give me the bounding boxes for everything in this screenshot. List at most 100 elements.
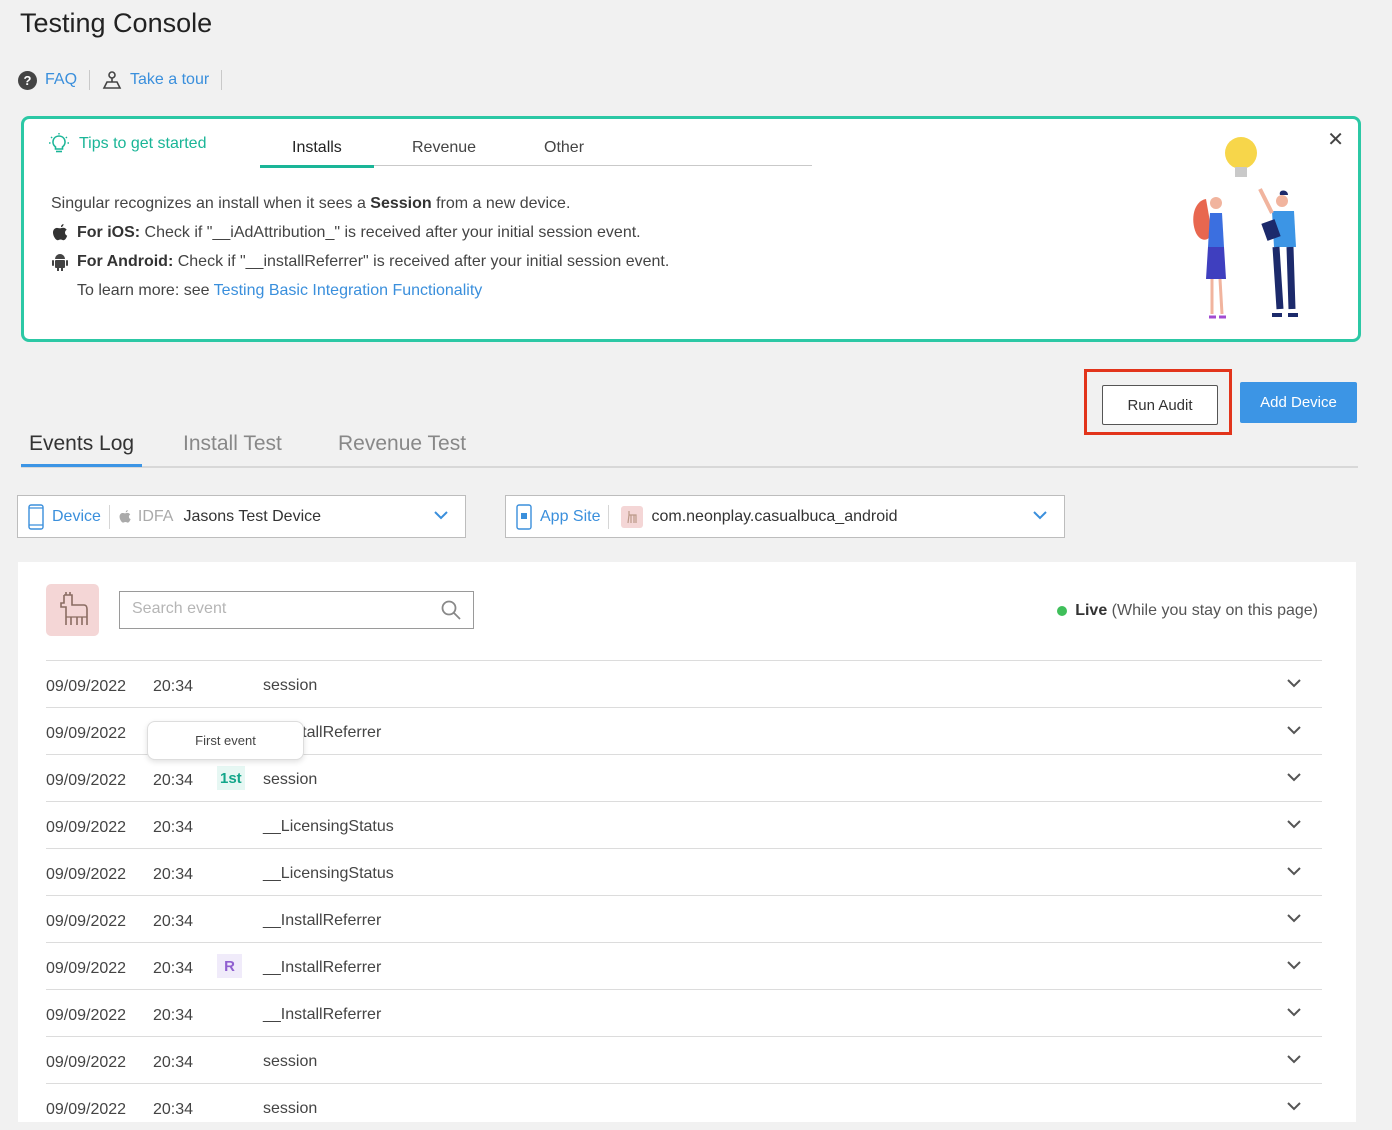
- event-row[interactable]: 09/09/2022 20:34 session: [46, 1083, 1322, 1130]
- event-row[interactable]: 09/09/2022 20:34 R __InstallReferrer: [46, 942, 1322, 989]
- tips-line-ios: For iOS: Check if "__iAdAttribution_" is…: [51, 218, 669, 247]
- event-date: 09/09/2022: [46, 913, 127, 930]
- event-search-box: [119, 591, 474, 629]
- device-selector-value: Jasons Test Device: [183, 507, 322, 525]
- event-row[interactable]: 09/09/2022 20:34 __LicensingStatus: [46, 801, 1322, 848]
- event-row[interactable]: 09/09/2022 20:34 1st session: [46, 754, 1322, 801]
- chevron-down-icon[interactable]: [1286, 816, 1302, 832]
- search-input[interactable]: [120, 592, 420, 626]
- tab-revenue-test[interactable]: Revenue Test: [338, 432, 466, 464]
- event-row[interactable]: 09/09/2022 20:34 __InstallReferrer: [46, 989, 1322, 1036]
- chevron-down-icon[interactable]: [1286, 769, 1302, 785]
- phone-icon: [28, 503, 44, 530]
- tips-header-label: Tips to get started: [79, 135, 207, 152]
- tab-events-log[interactable]: Events Log: [21, 432, 143, 467]
- first-event-badge: 1st: [217, 766, 245, 790]
- add-device-button[interactable]: Add Device: [1240, 382, 1357, 423]
- tips-panel: Tips to get started Installs Revenue Oth…: [21, 116, 1361, 342]
- chevron-down-icon: [434, 511, 448, 520]
- event-date: 09/09/2022: [46, 725, 127, 742]
- live-note: (While you stay on this page): [1111, 602, 1318, 619]
- learn-pre: To learn more: see: [77, 282, 214, 299]
- app-site-value: com.neonplay.casualbuca_android: [651, 507, 898, 525]
- tips-intro-bold: Session: [370, 195, 432, 212]
- event-time: 20:34: [153, 1054, 194, 1071]
- chevron-down-icon: [1033, 511, 1047, 520]
- event-date: 09/09/2022: [46, 819, 127, 836]
- ios-label: For iOS:: [77, 224, 141, 241]
- events-panel: Live (While you stay on this page) 09/09…: [18, 562, 1356, 1122]
- chevron-down-icon[interactable]: [1286, 722, 1302, 738]
- divider: [608, 504, 610, 529]
- event-date: 09/09/2022: [46, 960, 127, 977]
- event-time: 20:34: [153, 678, 194, 695]
- chevron-down-icon[interactable]: [1286, 910, 1302, 926]
- chevron-down-icon[interactable]: [1286, 675, 1302, 691]
- first-event-tooltip: First event: [147, 721, 304, 760]
- apple-icon: [119, 509, 131, 523]
- event-time: 20:34: [153, 960, 194, 977]
- device-id-type: IDFA: [137, 507, 174, 525]
- lightbulb-icon: [49, 133, 69, 153]
- event-date: 09/09/2022: [46, 678, 127, 695]
- llama-app-icon: [621, 505, 644, 528]
- app-site-label: App Site: [540, 507, 601, 525]
- live-dot-icon: [1057, 606, 1068, 616]
- tab-install-test[interactable]: Install Test: [183, 432, 282, 464]
- event-name: __InstallReferrer: [263, 959, 382, 976]
- event-name: __InstallReferrer: [263, 912, 382, 929]
- tips-body: Singular recognizes an install when it s…: [51, 189, 669, 305]
- tips-line-intro: Singular recognizes an install when it s…: [51, 189, 669, 218]
- tips-header: Tips to get started: [49, 133, 206, 155]
- people-lightbulb-illustration: [1193, 137, 1298, 319]
- event-row[interactable]: 09/09/2022 20:34 session: [46, 1036, 1322, 1083]
- android-icon: [52, 253, 68, 271]
- event-name: __InstallReferrer: [263, 1006, 382, 1023]
- event-time: 20:34: [153, 913, 194, 930]
- event-date: 09/09/2022: [46, 1007, 127, 1024]
- apple-icon: [53, 223, 68, 240]
- divider: [108, 504, 110, 529]
- chevron-down-icon[interactable]: [1286, 957, 1302, 973]
- tips-tabs: Installs Revenue Other: [260, 129, 812, 168]
- faq-label: FAQ: [45, 71, 78, 88]
- event-name: __LicensingStatus: [263, 865, 394, 882]
- integration-docs-link[interactable]: Testing Basic Integration Functionality: [214, 282, 483, 299]
- chevron-down-icon[interactable]: [1286, 1098, 1302, 1114]
- search-icon[interactable]: [441, 600, 461, 620]
- event-date: 09/09/2022: [46, 772, 127, 789]
- tips-tab-other[interactable]: Other: [544, 139, 584, 165]
- close-icon[interactable]: ✕: [1327, 127, 1344, 152]
- help-links: ? FAQ Take a tour: [18, 70, 234, 90]
- main-tabs: Events Log Install Test Revenue Test: [21, 428, 1358, 468]
- event-name: __LicensingStatus: [263, 818, 394, 835]
- device-selector[interactable]: Device IDFA Jasons Test Device: [17, 495, 466, 538]
- tips-tab-revenue[interactable]: Revenue: [412, 139, 476, 165]
- map-person-icon: [102, 71, 122, 89]
- divider: [221, 70, 223, 90]
- divider: [89, 70, 91, 90]
- event-row[interactable]: 09/09/2022 20:34 session: [46, 660, 1322, 707]
- chevron-down-icon[interactable]: [1286, 1051, 1302, 1067]
- tips-intro-pre: Singular recognizes an install when it s…: [51, 195, 371, 212]
- event-name: session: [263, 1053, 318, 1070]
- faq-link[interactable]: ? FAQ: [18, 70, 78, 90]
- event-date: 09/09/2022: [46, 866, 127, 883]
- android-label: For Android:: [77, 253, 174, 270]
- run-audit-button[interactable]: Run Audit: [1102, 385, 1218, 425]
- tour-link[interactable]: Take a tour: [102, 70, 209, 90]
- event-row[interactable]: 09/09/2022 20:34 __InstallReferrer: [46, 895, 1322, 942]
- event-name: session: [263, 677, 318, 694]
- tips-line-learn: To learn more: see Testing Basic Integra…: [51, 276, 669, 305]
- android-text: Check if "__installReferrer" is received…: [173, 253, 670, 270]
- ios-text: Check if "__iAdAttribution_" is received…: [140, 224, 641, 241]
- tour-label: Take a tour: [130, 71, 210, 88]
- device-selector-label: Device: [52, 507, 101, 525]
- app-site-selector[interactable]: App Site com.neonplay.casualbuca_android: [505, 495, 1065, 538]
- event-time: 20:34: [153, 866, 194, 883]
- chevron-down-icon[interactable]: [1286, 1004, 1302, 1020]
- tips-line-android: For Android: Check if "__installReferrer…: [51, 247, 669, 276]
- chevron-down-icon[interactable]: [1286, 863, 1302, 879]
- tips-tab-installs[interactable]: Installs: [260, 139, 374, 168]
- event-row[interactable]: 09/09/2022 20:34 __LicensingStatus: [46, 848, 1322, 895]
